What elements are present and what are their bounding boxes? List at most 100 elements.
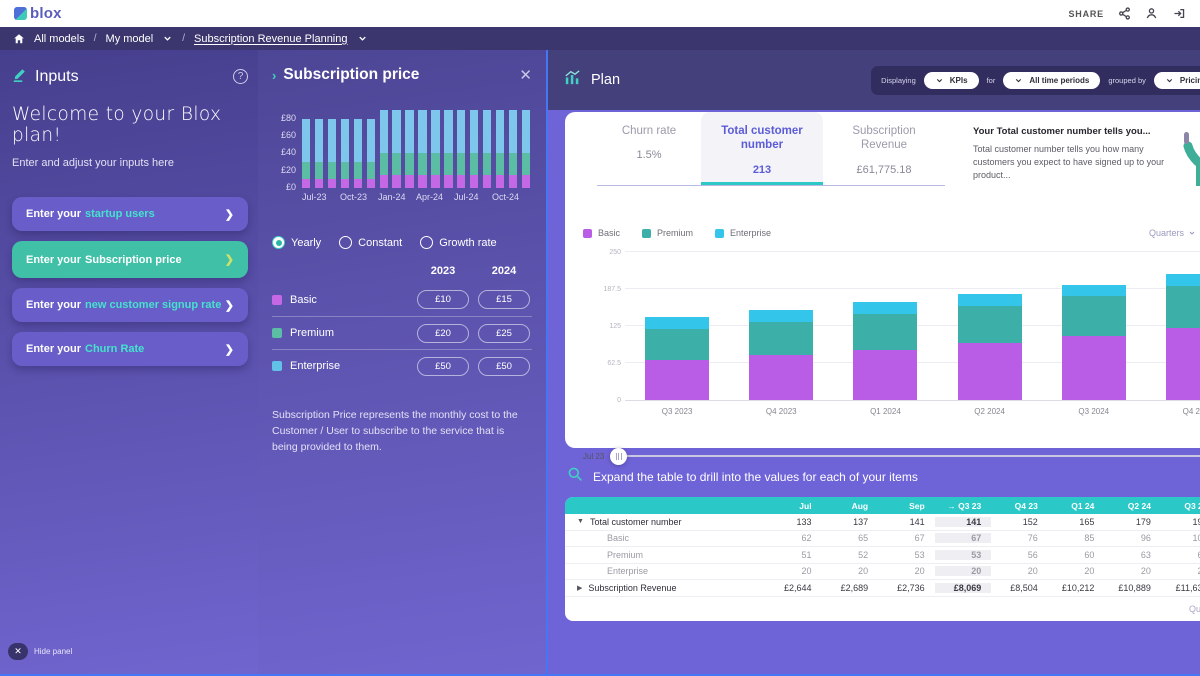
slider-handle-start[interactable] — [610, 448, 627, 465]
mini-bar-Nov-23 — [354, 106, 362, 188]
table-cell: 20 — [991, 566, 1048, 576]
input-button-startup-users[interactable]: Enter yourstartup users❯ — [12, 197, 248, 231]
chart-bar-q1-2024[interactable]: Q1 2024 — [833, 253, 937, 400]
table-row-total-customer-number[interactable]: ▼Total customer number133137141141152165… — [565, 514, 1200, 531]
table-column-q4-23[interactable]: Q4 23 — [991, 501, 1048, 511]
hide-panel-button[interactable]: ✕ Hide panel — [8, 643, 72, 660]
table-row-enterprise[interactable]: Enterprise202020202020202020 — [565, 564, 1200, 581]
tier-price-input[interactable]: £50 — [478, 357, 530, 376]
input-button-subscription-price[interactable]: Enter yourSubscription price❯ — [12, 241, 248, 278]
table-row-label: Enterprise — [607, 566, 648, 576]
chart-bar-q3-2024[interactable]: Q3 2024 — [1042, 253, 1146, 400]
table-column-q2-24[interactable]: Q2 24 — [1104, 501, 1161, 511]
y-tick-label: 250 — [585, 249, 621, 256]
chevron-down-icon[interactable] — [357, 33, 368, 44]
displaying-label: Displaying — [881, 76, 916, 85]
kpi-tab-label: Subscription Revenue — [837, 124, 931, 153]
input-button-churn-rate[interactable]: Enter yourChurn Rate❯ — [12, 332, 248, 366]
tier-row-basic: Basic£10£15 — [272, 283, 532, 316]
collapse-icon[interactable]: ▼ — [577, 518, 584, 525]
table-column-sep[interactable]: Sep — [878, 501, 935, 511]
radio-constant[interactable]: Constant — [339, 236, 402, 249]
mini-segment-enterprise — [354, 119, 362, 162]
home-icon[interactable] — [13, 33, 25, 45]
kpi-tab-value: £61,775.18 — [837, 164, 931, 176]
grouping-dropdown[interactable]: Pricing Tier — [1154, 72, 1200, 89]
table-row-premium[interactable]: Premium515253535660636771 — [565, 547, 1200, 564]
table-column-jul[interactable]: Jul — [765, 501, 822, 511]
share-icon[interactable] — [1118, 7, 1131, 20]
radio-yearly[interactable]: Yearly — [272, 236, 321, 249]
table-cell: 137 — [822, 517, 879, 527]
tier-price-input[interactable]: £25 — [478, 324, 530, 343]
time-range-slider: Jul 23 Dec 24 — [579, 447, 1200, 465]
legend-item-enterprise: Enterprise — [715, 228, 771, 238]
expand-icon[interactable]: ▶ — [577, 584, 582, 592]
breadcrumb-nav: All models / My model / Subscription Rev… — [0, 27, 1200, 50]
kpi-tab-subscription-revenue[interactable]: Subscription Revenue £61,775.18 — [823, 112, 945, 185]
tier-price-input[interactable]: £20 — [417, 324, 469, 343]
chart-bar-q2-2024[interactable]: Q2 2024 — [938, 253, 1042, 400]
mini-segment-enterprise — [522, 110, 530, 153]
close-icon[interactable]: ✕ — [519, 68, 532, 83]
chart-legend-row: BasicPremiumEnterprise Quarters — [579, 223, 1200, 243]
account-icon[interactable] — [1145, 7, 1158, 20]
help-icon[interactable]: ? — [233, 69, 248, 84]
radio-circle-icon — [339, 236, 352, 249]
chart-bar-q4-2024[interactable]: Q4 2024 — [1146, 253, 1200, 400]
table-column-q1-24[interactable]: Q1 24 — [1048, 501, 1105, 511]
mini-segment-enterprise — [457, 110, 465, 153]
topbar-actions: SHARE — [1068, 7, 1186, 20]
table-cell: £8,504 — [991, 583, 1048, 593]
breadcrumb-page-title[interactable]: Subscription Revenue Planning — [194, 33, 348, 45]
table-period-value: Quarterly — [1189, 604, 1200, 614]
radio-growth-rate[interactable]: Growth rate — [420, 236, 496, 249]
mini-bar-Oct-23 — [341, 106, 349, 188]
table-cell: 67 — [935, 533, 992, 543]
gridline — [625, 251, 1200, 252]
quarters-dropdown[interactable]: Quarters — [1149, 228, 1196, 238]
bar-segment-premium — [1062, 296, 1126, 336]
kpi-tab-total-customer-number[interactable]: Total customer number213 — [701, 112, 823, 185]
tier-price-input[interactable]: £10 — [417, 290, 469, 309]
chevron-right-icon: ❯ — [225, 208, 234, 221]
input-button-new-customer-signup-rate[interactable]: Enter yournew customer signup rate❯ — [12, 288, 248, 322]
chevron-right-icon: › — [272, 68, 276, 83]
chart-bar-q3-2023[interactable]: Q3 2023 — [625, 253, 729, 400]
table-cell: £8,069 — [935, 583, 992, 593]
share-label[interactable]: SHARE — [1068, 9, 1104, 19]
inputs-panel-title: Inputs — [35, 68, 226, 86]
time-periods-dropdown[interactable]: All time periods — [1003, 72, 1100, 89]
table-cell: 108 — [1161, 533, 1200, 543]
slider-track[interactable] — [612, 447, 1200, 465]
table-column-q3-24[interactable]: Q3 24 — [1161, 501, 1200, 511]
chart-bar-q4-2023[interactable]: Q4 2023 — [729, 253, 833, 400]
sign-out-icon[interactable] — [1172, 7, 1186, 20]
table-cell: £2,644 — [765, 583, 822, 593]
table-column-aug[interactable]: Aug — [822, 501, 879, 511]
tier-price-input[interactable]: £15 — [478, 290, 530, 309]
mini-segment-enterprise — [405, 110, 413, 153]
price-description: Subscription Price represents the monthl… — [272, 408, 532, 455]
table-cell: £2,689 — [822, 583, 879, 593]
mini-bar-Mar-24 — [405, 106, 413, 188]
table-header-row: JulAugSep→ Q3 23Q4 23Q1 24Q2 24Q3 24Q4 2… — [565, 497, 1200, 514]
mini-segment-premium — [418, 153, 426, 175]
breadcrumb-separator: / — [182, 33, 185, 44]
table-row-basic[interactable]: Basic62656767768596108122 — [565, 531, 1200, 548]
tier-price-input[interactable]: £50 — [417, 357, 469, 376]
table-cell: 67 — [1161, 550, 1200, 560]
table-cell: 141 — [935, 517, 992, 527]
kpi-tab-churn-rate[interactable]: Churn rate1.5% — [597, 112, 701, 185]
legend-swatch-icon — [642, 229, 651, 238]
table-period-dropdown[interactable]: Quarterly — [1189, 604, 1200, 614]
table-column-q3-23[interactable]: → Q3 23 — [935, 501, 992, 511]
mini-x-tick: Jul-24 — [454, 192, 492, 202]
breadcrumb-my-model[interactable]: My model — [106, 33, 154, 45]
table-row-subscription-revenue[interactable]: ▶Subscription Revenue£2,644£2,689£2,736£… — [565, 580, 1200, 597]
grouped-by-label: grouped by — [1108, 76, 1146, 85]
blox-logo[interactable]: blox — [14, 5, 62, 22]
chevron-down-icon[interactable] — [162, 33, 173, 44]
kpis-dropdown[interactable]: KPIs — [924, 72, 979, 89]
breadcrumb-all-models[interactable]: All models — [34, 33, 85, 45]
